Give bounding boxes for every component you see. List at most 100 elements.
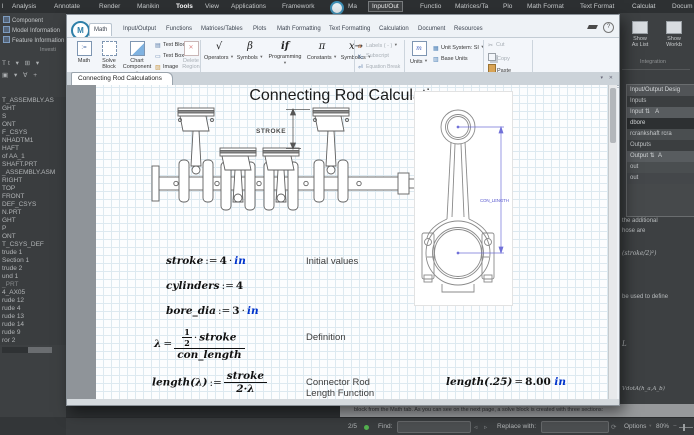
tree-item[interactable]: rude 4 — [0, 305, 66, 313]
elearning-cap-icon[interactable] — [587, 25, 598, 29]
find-prev-icon[interactable]: ◃ — [474, 423, 477, 431]
tree-item[interactable]: _PRT — [0, 281, 66, 289]
show-as-list-button[interactable]: Show As List — [626, 21, 654, 48]
tree-item[interactable]: S — [0, 113, 66, 121]
canvas-scroll-thumb[interactable] — [610, 88, 616, 143]
text-region-connector-rod[interactable]: Connector Rod Length Function — [306, 377, 374, 399]
tree-item[interactable]: ror 2 — [0, 337, 66, 345]
tab-calculation[interactable]: Calculation — [375, 23, 413, 35]
crankshaft-drawing[interactable] — [146, 106, 421, 241]
tab-math[interactable]: Math — [89, 23, 112, 36]
creo-tab-tools[interactable]: Tools — [176, 3, 193, 10]
creo-model-info-button[interactable]: Model Information — [3, 26, 60, 34]
zoom-slider[interactable] — [679, 427, 693, 428]
tree-item[interactable]: Section 1 — [0, 257, 66, 265]
creo-tab-annotate[interactable]: Annotate — [54, 3, 80, 10]
creo-feature-info-button[interactable]: Feature Information — [3, 36, 64, 44]
back-tab-calculation[interactable]: Calculat — [632, 3, 655, 10]
math-region-length-function[interactable]: length(λ):=stroke2·λ — [152, 370, 267, 395]
back-tab-matrices[interactable]: Matrices/Ta — [455, 3, 488, 10]
tree-item[interactable]: ONT — [0, 121, 66, 129]
solve-block-button[interactable]: SolveBlock — [97, 40, 121, 70]
tree-item[interactable]: TOP — [0, 185, 66, 193]
back-tab-functions[interactable]: Functio — [420, 3, 441, 10]
math-region-lambda[interactable]: λ=12·strokecon_length — [154, 327, 245, 361]
tree-item[interactable]: RIGHT — [0, 177, 66, 185]
base-units-button[interactable]: ▥Base Units — [433, 56, 468, 64]
input-row-rcrankshaft[interactable]: rcrankshaft rcra — [627, 129, 694, 140]
creo-component-button[interactable]: Component — [3, 16, 43, 24]
tab-document[interactable]: Document — [414, 23, 449, 35]
math-region-bore-dia[interactable]: bore_dia:=3·in — [166, 305, 259, 317]
replace-input[interactable] — [541, 421, 609, 433]
labels-button[interactable]: aLabels ( - ) ▼ — [358, 42, 398, 51]
math-region-stroke[interactable]: stroke:=4·in — [166, 255, 246, 267]
programming-button[interactable]: if Programming ▼ — [266, 40, 304, 67]
tab-plots[interactable]: Plots — [249, 23, 270, 35]
inputs-column-header[interactable]: Input ⇅ A — [627, 107, 694, 118]
cut-button[interactable]: ✂Cut — [488, 42, 505, 50]
tab-functions[interactable]: Functions — [162, 23, 196, 35]
zoom-out-icon[interactable]: − — [673, 423, 677, 430]
math-region-length-result[interactable]: length(.25)=8.00 in — [446, 376, 566, 388]
equation-break-button[interactable]: ⏎Equation Break — [358, 64, 400, 72]
tree-item[interactable]: F_CSYS — [0, 129, 66, 137]
outputs-column-header[interactable]: Output ⇅ A — [627, 151, 694, 162]
tree-toolbar-row1[interactable]: Tt ▾ ⊞ ▾ — [2, 59, 41, 67]
tree-item[interactable]: GHT — [0, 105, 66, 113]
output-row-out-1[interactable]: out — [627, 162, 694, 173]
back-tab-plots[interactable]: Plo — [503, 3, 512, 10]
back-tab-text-format[interactable]: Text Format — [580, 3, 614, 10]
operators-button[interactable]: √ Operators ▼ — [204, 40, 234, 61]
creo-tab-render[interactable]: Render — [99, 3, 120, 10]
input-row-dbore[interactable]: dbore — [627, 118, 694, 129]
tab-matrices-tables[interactable]: Matrices/Tables — [197, 23, 247, 35]
tab-resources[interactable]: Resources — [450, 23, 487, 35]
tree-item[interactable]: SHAFT.PRT — [0, 161, 66, 169]
back-tab-math-format[interactable]: Math Format — [527, 3, 564, 10]
tree-item[interactable]: rude 14 — [0, 321, 66, 329]
back-tab-input-output[interactable]: Input/Out — [368, 1, 403, 12]
text-region-initial-values[interactable]: Initial values — [306, 256, 358, 267]
tree-item[interactable]: FRONT — [0, 193, 66, 201]
replace-refresh-icon[interactable]: ⟳ — [611, 423, 616, 431]
options-button[interactable]: Options ▼ — [624, 423, 652, 430]
worksheet-title[interactable]: Connecting Rod Calculations — [96, 87, 609, 105]
tree-item[interactable]: NHADTM1 — [0, 137, 66, 145]
creo-tab-applications[interactable]: Applications — [231, 3, 266, 10]
tree-item[interactable]: P — [0, 225, 66, 233]
math-region-button[interactable]: := Math — [72, 40, 96, 64]
tab-list-icon[interactable]: ✕ — [609, 75, 613, 81]
creo-tab-view[interactable]: View — [205, 3, 219, 10]
units-button[interactable]: m Units ▼ — [407, 40, 431, 65]
worksheet-page[interactable]: Connecting Rod Calculations — [96, 85, 609, 399]
tree-item[interactable]: rude 9 — [0, 329, 66, 337]
text-region-definition[interactable]: Definition — [306, 332, 346, 343]
tab-text-formatting[interactable]: Text Formatting — [325, 23, 374, 35]
output-row-out-2[interactable]: out — [627, 173, 694, 184]
tree-item[interactable]: GHT — [0, 217, 66, 225]
tree-toolbar-row2[interactable]: ▣ ▾ ∀ + — [2, 71, 39, 79]
tree-item[interactable]: trude 1 — [0, 249, 66, 257]
tree-item[interactable]: trude 2 — [0, 265, 66, 273]
math-region-cylinders[interactable]: cylinders:=4 — [166, 280, 243, 292]
subscript-button[interactable]: x₂Subscript — [358, 53, 389, 61]
tree-horizontal-scrollbar[interactable] — [2, 347, 52, 353]
tree-item[interactable]: _ASSEMBLY.ASM — [0, 169, 66, 177]
tree-item[interactable]: rude 12 — [0, 297, 66, 305]
creo-tab-framework[interactable]: Framework — [282, 3, 315, 10]
worksheet-canvas[interactable]: Connecting Rod Calculations — [67, 85, 617, 399]
inputs-section-header[interactable]: Inputs — [627, 96, 694, 107]
tree-scroll-thumb[interactable] — [28, 347, 52, 353]
tab-input-output[interactable]: Input/Output — [119, 23, 160, 35]
creo-tab-manikin[interactable]: Manikin — [137, 3, 159, 10]
find-next-icon[interactable]: ▹ — [484, 423, 487, 431]
outputs-section-header[interactable]: Outputs — [627, 140, 694, 151]
help-icon[interactable]: ? — [603, 22, 614, 33]
tree-item[interactable]: HAFT — [0, 145, 66, 153]
tree-item[interactable]: 4_AX05 — [0, 289, 66, 297]
tree-item[interactable]: T_ASSEMBLY.AS — [0, 97, 66, 105]
tree-item[interactable]: rude 13 — [0, 313, 66, 321]
canvas-vertical-scrollbar[interactable] — [608, 85, 617, 399]
constants-button[interactable]: π Constants ▼ — [306, 40, 338, 61]
